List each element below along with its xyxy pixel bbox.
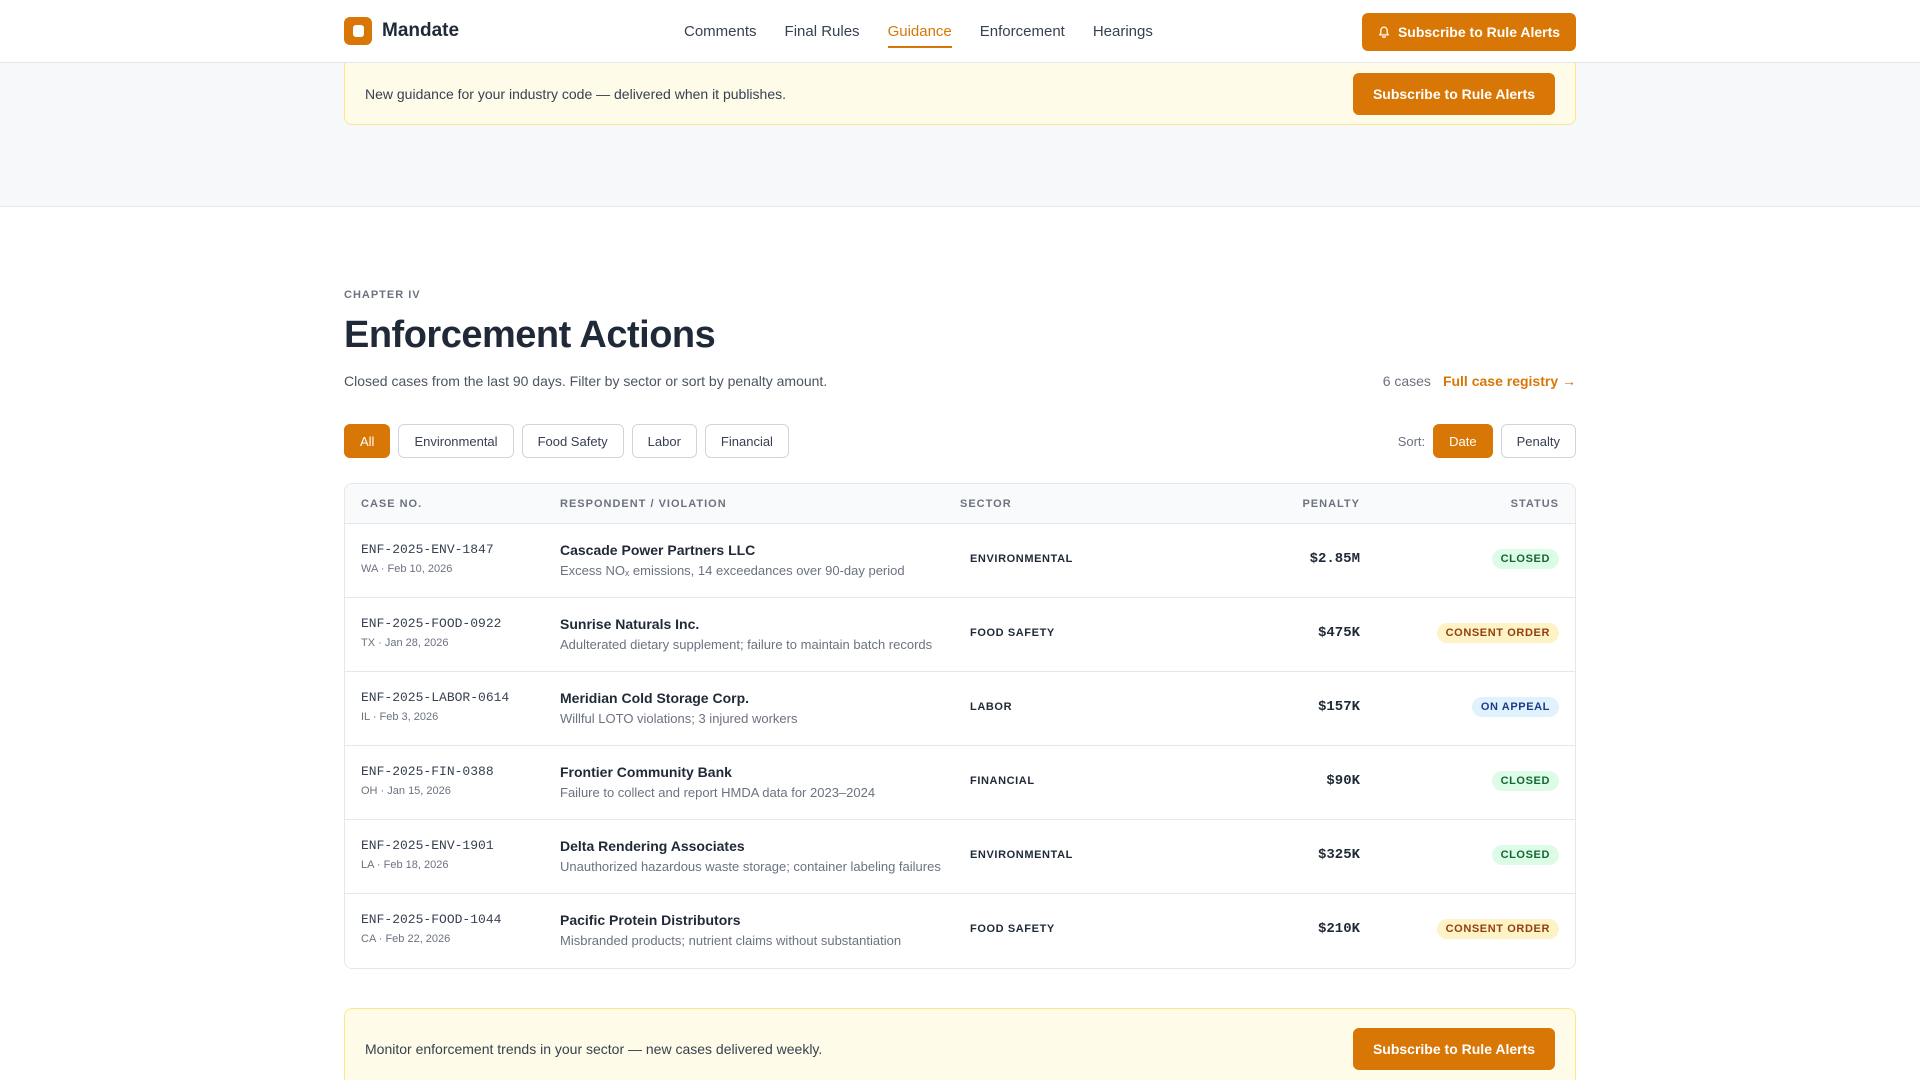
- case-meta: LA · Feb 18, 2026: [361, 859, 449, 871]
- case-meta: WA · Feb 10, 2026: [361, 563, 453, 575]
- violation-text: Unauthorized hazardous waste storage; co…: [560, 859, 941, 874]
- penalty-amount: $2.85M: [1309, 551, 1360, 567]
- sector-label: ENVIRONMENTAL: [970, 553, 1073, 565]
- banner-text: Monitor enforcement trends in your secto…: [365, 1041, 823, 1057]
- subscribe-rule-alerts-button[interactable]: Subscribe to Rule Alerts: [1362, 13, 1576, 51]
- nav-guidance[interactable]: Guidance: [887, 0, 953, 63]
- sort-date-button[interactable]: Date: [1433, 424, 1493, 458]
- table-row[interactable]: ENF-2025-ENV-1901 LA · Feb 18, 2026 Delta…: [345, 820, 1575, 894]
- page-title: Enforcement Actions: [344, 314, 716, 356]
- banner-subscribe-button[interactable]: Subscribe to Rule Alerts: [1353, 1028, 1555, 1070]
- nav-enforcement[interactable]: Enforcement: [980, 0, 1065, 63]
- status-badge: CLOSED: [1491, 771, 1559, 791]
- filter-environmental[interactable]: Environmental: [398, 424, 514, 458]
- sort-controls: Sort: Date Penalty: [1398, 424, 1576, 458]
- col-sector[interactable]: SECTOR: [960, 498, 1012, 510]
- violation-text: Excess NOₓ emissions, 14 exceedances ove…: [560, 563, 905, 578]
- table-row[interactable]: ENF-2025-LABOR-0614 IL · Feb 3, 2026 Meri…: [345, 672, 1575, 746]
- status-badge: CLOSED: [1491, 549, 1559, 569]
- nav-hearings[interactable]: Hearings: [1093, 0, 1153, 63]
- respondent-name: Meridian Cold Storage Corp.: [560, 690, 750, 706]
- case-meta: IL · Feb 3, 2026: [361, 711, 439, 723]
- respondent-name: Frontier Community Bank: [560, 764, 732, 780]
- case-number[interactable]: ENF-2025-ENV-1901: [361, 838, 494, 853]
- col-case-no[interactable]: CASE NO.: [361, 498, 422, 510]
- table-row[interactable]: ENF-2025-FOOD-0922 TX · Jan 28, 2026 Sunr…: [345, 598, 1575, 672]
- main-nav: Comments Final Rules Guidance Enforcemen…: [684, 0, 1153, 63]
- respondent-name: Sunrise Naturals Inc.: [560, 616, 700, 632]
- penalty-amount: $325K: [1317, 847, 1360, 863]
- status-badge: CONSENT ORDER: [1436, 623, 1559, 643]
- full-case-registry-link[interactable]: Full case registry →: [1443, 373, 1576, 389]
- brand-name: Mandate: [382, 20, 460, 41]
- guidance-alert-banner: New guidance for your industry code — de…: [344, 63, 1576, 125]
- sector-label: FINANCIAL: [970, 775, 1035, 787]
- sector-label: FOOD SAFETY: [970, 923, 1055, 935]
- bell-icon: [1378, 26, 1389, 38]
- case-number[interactable]: ENF-2025-FOOD-0922: [361, 616, 501, 631]
- penalty-amount: $90K: [1326, 773, 1360, 789]
- sort-penalty-button[interactable]: Penalty: [1500, 424, 1576, 458]
- penalty-amount: $210K: [1317, 921, 1360, 937]
- section-eyebrow: CHAPTER IV: [344, 289, 421, 301]
- status-badge: CLOSED: [1491, 845, 1559, 865]
- penalty-amount: $475K: [1317, 625, 1360, 641]
- case-number[interactable]: ENF-2025-ENV-1847: [361, 542, 494, 557]
- section-subtitle: Closed cases from the last 90 days. Filt…: [344, 373, 828, 389]
- sector-label: FOOD SAFETY: [970, 627, 1055, 639]
- col-respondent[interactable]: RESPONDENT / VIOLATION: [560, 498, 727, 510]
- filter-food-safety[interactable]: Food Safety: [521, 424, 624, 458]
- top-navbar: Mandate Comments Final Rules Guidance En…: [0, 0, 1920, 63]
- case-number[interactable]: ENF-2025-LABOR-0614: [361, 690, 509, 705]
- sector-label: LABOR: [970, 701, 1013, 713]
- violation-text: Willful LOTO violations; 3 injured worke…: [560, 711, 798, 726]
- status-badge: ON APPEAL: [1471, 697, 1559, 717]
- filter-all[interactable]: All: [344, 424, 391, 458]
- sector-filters: All Environmental Food Safety Labor Fina…: [344, 424, 789, 458]
- table-row[interactable]: ENF-2025-ENV-1847 WA · Feb 10, 2026 Casca…: [345, 524, 1575, 598]
- enforcement-alert-banner: Monitor enforcement trends in your secto…: [344, 1008, 1576, 1080]
- table-row[interactable]: ENF-2025-FIN-0388 OH · Jan 15, 2026 Front…: [345, 746, 1575, 820]
- nav-comments[interactable]: Comments: [684, 0, 757, 63]
- filter-labor[interactable]: Labor: [631, 424, 697, 458]
- mandate-logo-icon: [344, 17, 372, 45]
- case-meta: OH · Jan 15, 2026: [361, 785, 451, 797]
- violation-text: Misbranded products; nutrient claims wit…: [560, 933, 902, 948]
- case-count: 6 cases: [1382, 373, 1431, 389]
- table-header: CASE NO. RESPONDENT / VIOLATION SECTOR P…: [345, 484, 1575, 524]
- table-row[interactable]: ENF-2025-FOOD-1044 CA · Feb 22, 2026 Paci…: [345, 894, 1575, 968]
- col-penalty[interactable]: PENALTY: [1302, 498, 1360, 510]
- guidance-band: New guidance for your industry code — de…: [0, 63, 1920, 207]
- case-count-row: 6 cases Full case registry →: [1383, 373, 1576, 389]
- banner-subscribe-button[interactable]: Subscribe to Rule Alerts: [1353, 72, 1555, 115]
- case-number[interactable]: ENF-2025-FIN-0388: [361, 764, 494, 779]
- filter-financial[interactable]: Financial: [704, 424, 789, 458]
- sort-label: Sort:: [1397, 433, 1426, 449]
- sector-label: ENVIRONMENTAL: [970, 849, 1073, 861]
- col-status[interactable]: STATUS: [1511, 498, 1559, 510]
- brand[interactable]: Mandate: [344, 17, 459, 45]
- violation-text: Adulterated dietary supplement; failure …: [560, 637, 933, 652]
- enforcement-table: CASE NO. RESPONDENT / VIOLATION SECTOR P…: [344, 483, 1576, 969]
- respondent-name: Pacific Protein Distributors: [560, 912, 741, 928]
- respondent-name: Delta Rendering Associates: [560, 838, 745, 854]
- case-number[interactable]: ENF-2025-FOOD-1044: [361, 912, 501, 927]
- subscribe-button-label: Subscribe to Rule Alerts: [1397, 24, 1561, 40]
- case-meta: TX · Jan 28, 2026: [361, 637, 449, 649]
- status-badge: CONSENT ORDER: [1436, 919, 1559, 939]
- violation-text: Failure to collect and report HMDA data …: [560, 785, 876, 800]
- banner-text: New guidance for your industry code — de…: [365, 85, 787, 102]
- penalty-amount: $157K: [1317, 699, 1360, 715]
- nav-final-rules[interactable]: Final Rules: [785, 0, 860, 63]
- respondent-name: Cascade Power Partners LLC: [560, 542, 756, 558]
- case-meta: CA · Feb 22, 2026: [361, 933, 451, 945]
